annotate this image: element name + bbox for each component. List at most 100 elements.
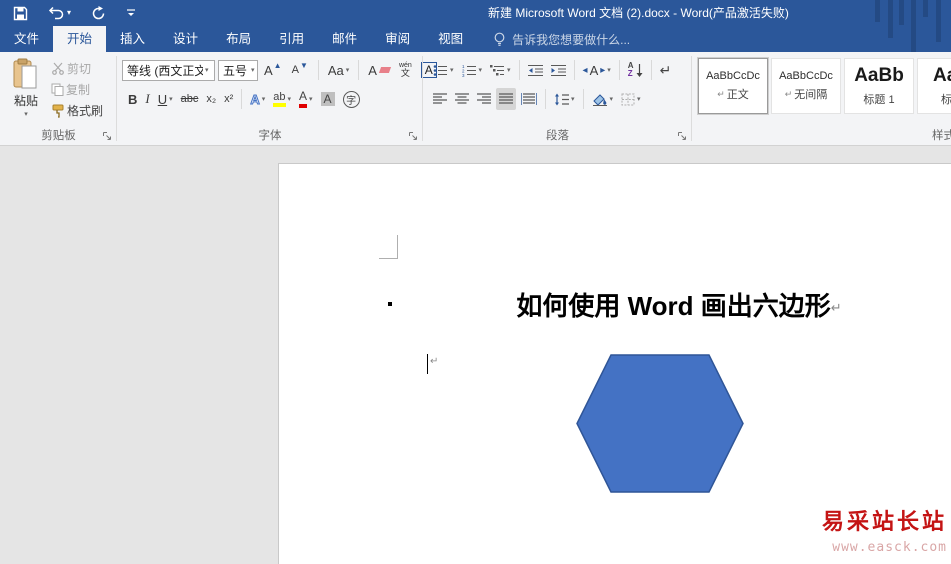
style-preview: AaB xyxy=(932,65,951,86)
numbering-button[interactable]: 123 ▾ xyxy=(459,59,486,81)
align-right-icon xyxy=(477,93,491,104)
divider xyxy=(618,60,620,80)
highlight-button[interactable]: ab ▾ xyxy=(270,88,294,110)
paragraph-group: ▾ 123 ▾ ▾ ◂ A ▸ ▾ A Z ↵ ▾ ▾ ▾ 段落 xyxy=(423,52,692,145)
clear-formatting-button[interactable]: A xyxy=(365,59,393,81)
paste-icon xyxy=(13,58,37,89)
multilevel-list-button[interactable]: ▾ xyxy=(487,59,514,81)
show-hide-marks-button[interactable]: ↵ xyxy=(657,59,675,81)
paste-button[interactable]: 粘贴 ▾ xyxy=(8,58,44,128)
tab-mailings[interactable]: 邮件 xyxy=(318,26,371,52)
character-shading-button[interactable]: A xyxy=(318,88,338,110)
tell-me-box[interactable]: 告诉我您想要做什么... xyxy=(493,26,630,52)
tab-home[interactable]: 开始 xyxy=(53,26,107,52)
tab-insert[interactable]: 插入 xyxy=(106,26,159,52)
document-area[interactable]: 如何使用 Word 画出六边形↵ ↵ 易采站长站 www.easck.com xyxy=(0,146,951,564)
styles-group: AaBbCcDc ↵正文 AaBbCcDc ↵无间隔 AaBb 标题 1 AaB… xyxy=(692,52,951,145)
shading-icon xyxy=(592,93,607,106)
character-scaling-button[interactable]: ◂ A ▸ ▾ xyxy=(580,59,614,81)
font-color-button[interactable]: A ▾ xyxy=(296,88,316,110)
cut-button[interactable]: 剪切 xyxy=(48,58,106,79)
font-size-combobox[interactable]: 五号 ▾ xyxy=(218,59,258,81)
align-center-button[interactable] xyxy=(452,88,472,110)
grow-font-button[interactable]: A ▲ xyxy=(261,59,286,81)
watermark-url: www.easck.com xyxy=(832,540,947,555)
shrink-font-glyph: A xyxy=(291,64,299,76)
tab-layout[interactable]: 布局 xyxy=(212,26,265,52)
align-left-button[interactable] xyxy=(430,88,450,110)
font-size-caret: ▾ xyxy=(251,66,255,74)
style-preview: AaBbCcDc xyxy=(706,70,760,82)
change-case-button[interactable]: Aa ▾ xyxy=(325,59,352,81)
style-card-heading1[interactable]: AaBb 标题 1 xyxy=(844,58,914,114)
justify-button[interactable] xyxy=(496,88,516,110)
tab-design[interactable]: 设计 xyxy=(159,26,212,52)
undo-button[interactable]: ▾ xyxy=(45,2,74,24)
sort-button[interactable]: AZ xyxy=(625,59,646,81)
paragraph-dialog-launcher[interactable] xyxy=(677,131,688,142)
customize-qat-icon xyxy=(127,9,136,16)
style-card-no-spacing[interactable]: AaBbCcDc ↵ 无间隔 xyxy=(771,58,841,114)
document-page[interactable]: 如何使用 Word 画出六边形↵ ↵ 易采站长站 www.easck.com xyxy=(278,163,951,564)
decrease-indent-button[interactable] xyxy=(525,59,546,81)
grow-caret-icon: ▲ xyxy=(273,60,282,70)
tab-references[interactable]: 引用 xyxy=(265,26,318,52)
word-window: ▾ 新建 Microsoft Word 文档 (2).docx - Word(产… xyxy=(0,0,951,564)
paragraph-row-1: ▾ 123 ▾ ▾ ◂ A ▸ ▾ A Z ↵ xyxy=(430,59,674,81)
title-bar: ▾ 新建 Microsoft Word 文档 (2).docx - Word(产… xyxy=(0,0,951,26)
styles-group-label: 样式 xyxy=(932,130,951,142)
distribute-button[interactable] xyxy=(518,88,540,110)
tab-review[interactable]: 审阅 xyxy=(371,26,424,52)
window-title: 新建 Microsoft Word 文档 (2).docx - Word(产品激… xyxy=(488,6,789,20)
bullets-button[interactable]: ▾ xyxy=(430,59,457,81)
text-effects-button[interactable]: A ▾ xyxy=(247,88,268,110)
tab-file[interactable]: 文件 xyxy=(0,26,53,52)
copy-button[interactable]: 复制 xyxy=(48,79,106,100)
shrink-caret-icon: ▼ xyxy=(299,60,308,70)
document-title[interactable]: 如何使用 Word 画出六边形↵ xyxy=(379,286,951,323)
underline-caret: ▾ xyxy=(169,95,173,103)
font-dialog-launcher[interactable] xyxy=(408,131,419,142)
align-right-button[interactable] xyxy=(474,88,494,110)
divider xyxy=(358,60,360,80)
italic-button[interactable]: I xyxy=(142,88,152,110)
format-painter-button[interactable]: 格式刷 xyxy=(48,100,106,121)
borders-icon xyxy=(621,93,635,105)
save-button[interactable] xyxy=(10,2,31,24)
line-spacing-button[interactable]: ▾ xyxy=(551,88,578,110)
eraser-icon xyxy=(378,67,392,73)
font-row-2: B I U ▾ abc x₂ x² A ▾ ab ▾ A ▾ A 字 xyxy=(125,88,363,110)
font-name-combobox[interactable]: 等线 (西文正文 ▾ xyxy=(122,59,215,81)
phonetic-guide-button[interactable]: wén 文 xyxy=(396,59,415,81)
underline-button[interactable]: U ▾ xyxy=(155,88,176,110)
tab-view[interactable]: 视图 xyxy=(424,26,477,52)
paste-dropdown-caret[interactable]: ▾ xyxy=(24,111,28,118)
bold-button[interactable]: B xyxy=(125,88,140,110)
hexagon-shape[interactable] xyxy=(576,354,744,493)
enclose-characters-button[interactable]: 字 xyxy=(340,88,363,110)
style-card-normal[interactable]: AaBbCcDc ↵ 正文 xyxy=(698,58,768,114)
paragraph-group-label: 段落 xyxy=(546,130,569,142)
increase-indent-button[interactable] xyxy=(548,59,569,81)
text-effects-caret: ▾ xyxy=(261,95,266,103)
customize-qat-button[interactable] xyxy=(123,2,139,24)
undo-dropdown-caret[interactable]: ▾ xyxy=(67,9,71,17)
superscript-button[interactable]: x² xyxy=(221,88,236,110)
decrease-indent-icon xyxy=(527,64,543,76)
change-case-glyph: Aa xyxy=(327,62,344,78)
clipboard-dialog-launcher[interactable] xyxy=(102,131,113,142)
strikethrough-button[interactable]: abc xyxy=(178,88,202,110)
shrink-font-button[interactable]: A ▼ xyxy=(289,59,312,81)
redo-button[interactable] xyxy=(88,2,109,24)
subscript-button[interactable]: x₂ xyxy=(203,88,219,110)
pilcrow-icon: ↵ xyxy=(784,88,793,99)
underline-glyph: U xyxy=(157,91,168,107)
align-left-icon xyxy=(433,93,447,104)
svg-text:3: 3 xyxy=(462,73,465,77)
italic-glyph: I xyxy=(145,91,150,106)
borders-button[interactable]: ▾ xyxy=(618,88,644,110)
shading-button[interactable]: ▾ xyxy=(589,88,617,110)
show-hide-marks-glyph: ↵ xyxy=(659,61,672,78)
style-card-heading2[interactable]: AaB 标题 xyxy=(917,58,951,114)
cut-icon xyxy=(52,62,64,75)
